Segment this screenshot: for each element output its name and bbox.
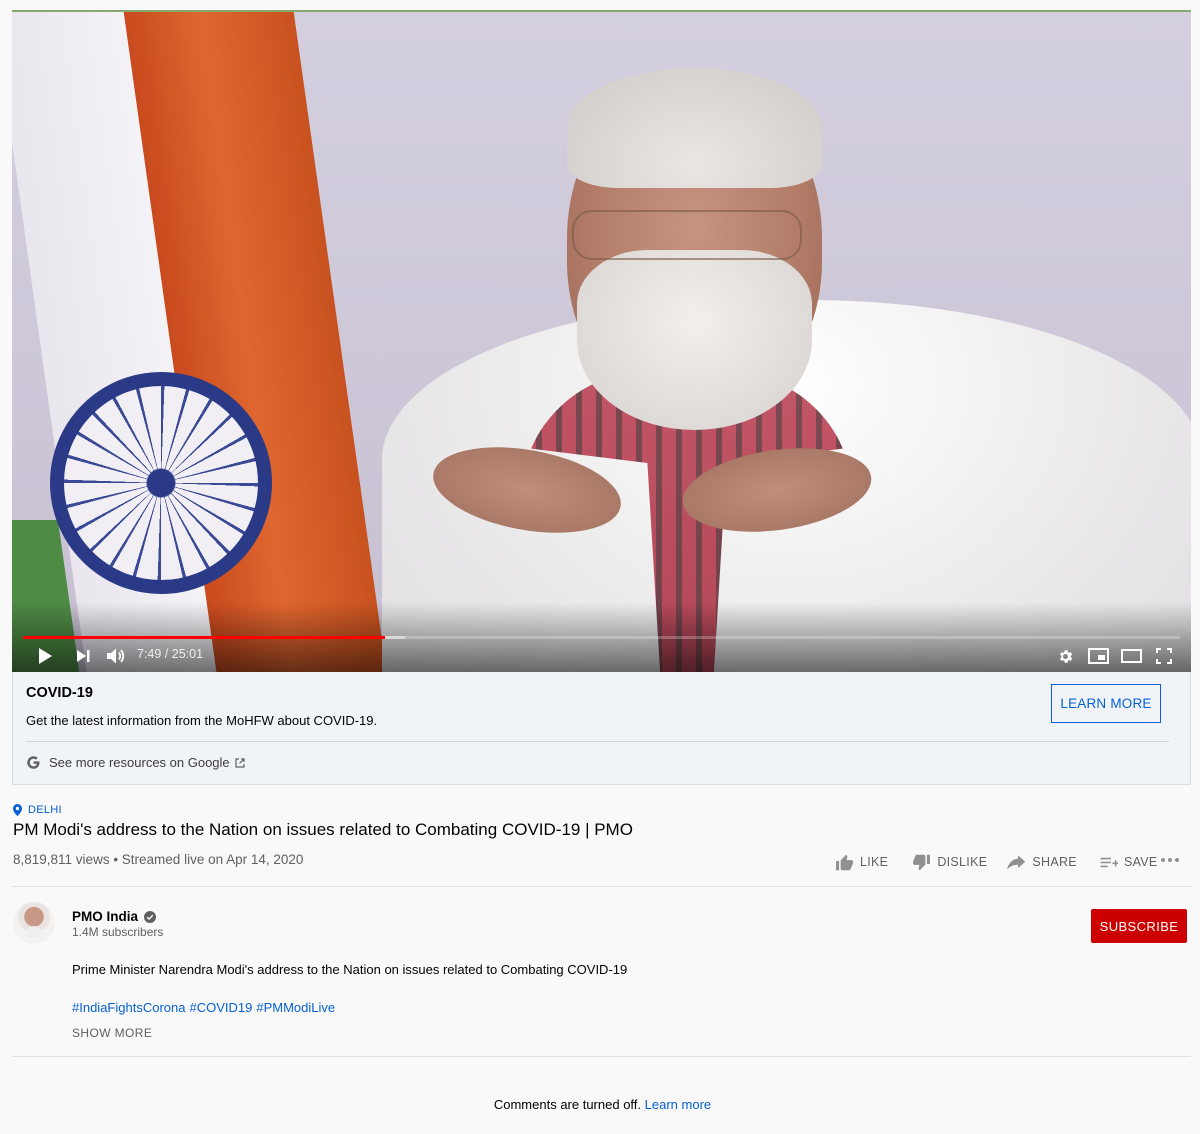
google-link-label: See more resources on Google bbox=[49, 755, 230, 770]
section-divider bbox=[12, 886, 1191, 887]
learn-more-button[interactable]: LEARN MORE bbox=[1051, 684, 1161, 723]
video-title: PM Modi's address to the Nation on issue… bbox=[13, 820, 633, 839]
add-to-playlist-icon bbox=[1100, 857, 1118, 867]
channel-avatar[interactable] bbox=[13, 902, 55, 944]
settings-button[interactable] bbox=[1055, 644, 1075, 668]
info-panel-description: Get the latest information from the MoHF… bbox=[26, 713, 378, 728]
video-frame bbox=[12, 10, 1191, 672]
dislike-button[interactable]: DISLIKE bbox=[912, 854, 987, 871]
google-resources-link[interactable]: See more resources on Google bbox=[26, 755, 245, 770]
video-location[interactable]: DELHI bbox=[13, 804, 62, 816]
volume-button[interactable] bbox=[104, 644, 128, 668]
next-button[interactable] bbox=[72, 644, 94, 668]
play-icon bbox=[39, 648, 52, 664]
thumbs-up-icon bbox=[836, 854, 853, 870]
theater-mode-button[interactable] bbox=[1119, 644, 1143, 668]
speaker-beard bbox=[577, 250, 812, 430]
gear-icon bbox=[1059, 649, 1072, 663]
view-count-and-date: 8,819,811 views • Streamed live on Apr 1… bbox=[13, 852, 304, 867]
info-panel-title: COVID-19 bbox=[26, 685, 93, 701]
share-button[interactable]: SHARE bbox=[1007, 854, 1077, 870]
subscribe-button[interactable]: SUBSCRIBE bbox=[1091, 909, 1187, 943]
comments-disabled-notice: Comments are turned off. Learn more bbox=[0, 1097, 1200, 1112]
next-icon bbox=[77, 650, 90, 662]
info-panel-divider bbox=[26, 741, 1169, 742]
show-more-button[interactable]: SHOW MORE bbox=[72, 1026, 152, 1040]
speaker-hair bbox=[567, 68, 822, 188]
location-pin-icon bbox=[13, 804, 22, 816]
watch-page: 7:49 / 25:01 COVID-19 Get the latest inf bbox=[0, 0, 1200, 1134]
thumbs-down-icon bbox=[913, 854, 931, 870]
more-horizontal-icon bbox=[1161, 858, 1179, 862]
fullscreen-button[interactable] bbox=[1153, 644, 1175, 668]
comments-off-text: Comments are turned off. bbox=[493, 1097, 642, 1112]
progress-bar[interactable] bbox=[23, 636, 1180, 639]
fullscreen-icon bbox=[1156, 648, 1172, 664]
time-display: 7:49 / 25:01 bbox=[137, 647, 204, 661]
covid-info-panel: COVID-19 Get the latest information from… bbox=[12, 672, 1191, 785]
save-label: SAVE bbox=[1123, 855, 1158, 869]
hashtag-link[interactable]: #COVID19 bbox=[189, 1000, 252, 1015]
miniplayer-button[interactable] bbox=[1086, 644, 1110, 668]
channel-name-link[interactable]: PMO India bbox=[72, 909, 157, 924]
like-button[interactable]: LIKE bbox=[835, 854, 888, 871]
like-label: LIKE bbox=[860, 855, 889, 869]
channel-name: PMO India bbox=[72, 909, 139, 924]
speaker-glasses bbox=[572, 210, 802, 260]
play-button[interactable] bbox=[34, 644, 56, 668]
hashtag-link[interactable]: #IndiaFightsCorona bbox=[72, 1000, 185, 1015]
share-label: SHARE bbox=[1032, 855, 1077, 869]
subscriber-count: 1.4M subscribers bbox=[72, 925, 164, 939]
section-divider bbox=[12, 1056, 1191, 1057]
share-icon bbox=[1007, 854, 1026, 870]
miniplayer-icon bbox=[1087, 648, 1109, 664]
google-icon bbox=[26, 755, 41, 770]
progress-played bbox=[23, 636, 386, 639]
verified-badge-icon bbox=[144, 910, 157, 923]
hashtag-list: #IndiaFightsCorona #COVID19 #PMModiLive bbox=[72, 1000, 335, 1015]
ashoka-chakra bbox=[50, 372, 272, 594]
video-player[interactable]: 7:49 / 25:01 bbox=[12, 10, 1191, 672]
external-link-icon bbox=[235, 757, 245, 768]
theater-mode-icon bbox=[1120, 649, 1142, 663]
video-actions: LIKE DISLIKE SHARE SAVE bbox=[835, 851, 1158, 873]
video-description: Prime Minister Narendra Modi's address t… bbox=[72, 962, 628, 977]
volume-icon bbox=[107, 648, 125, 664]
location-label: DELHI bbox=[28, 804, 62, 816]
player-top-border bbox=[12, 10, 1191, 12]
comments-learn-more-link[interactable]: Learn more bbox=[645, 1097, 711, 1112]
more-actions-button[interactable] bbox=[1160, 857, 1180, 863]
save-button[interactable]: SAVE bbox=[1099, 855, 1158, 870]
hashtag-link[interactable]: #PMModiLive bbox=[256, 1000, 335, 1015]
dislike-label: DISLIKE bbox=[937, 855, 988, 869]
